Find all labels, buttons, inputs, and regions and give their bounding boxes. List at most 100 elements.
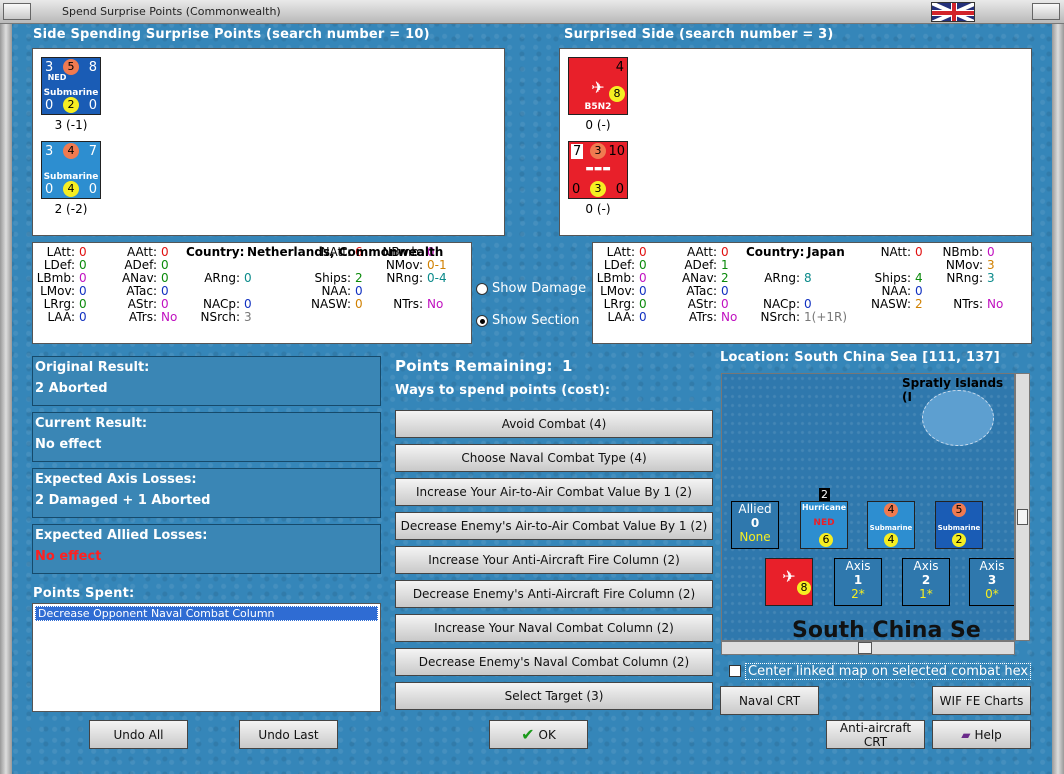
sea-label: South China Se [792,618,981,641]
country-value: Japan [807,245,845,259]
stat-label-arng: ARng: [204,271,240,285]
map-horizontal-scrollbar[interactable] [721,641,1015,655]
stat-value-ntrs: No [427,297,444,311]
way-button-5[interactable]: Increase Your Anti-Aircraft Fire Column … [395,546,713,574]
current-result-panel: Current Result: No effect [32,412,381,462]
island-shallows [922,390,994,446]
map-counter-b5n2[interactable]: ✈ 8 [765,558,813,606]
points-spent-list[interactable]: Decrease Opponent Naval Combat Column [32,603,381,712]
country-label: Country: [746,245,805,259]
stat-label-ntrs: NTrs: [953,297,983,311]
show-damage-radio[interactable] [476,283,488,295]
way-button-1[interactable]: Avoid Combat (4) [395,410,713,438]
center-linked-label[interactable]: Center linked map on selected combat hex [745,663,1032,680]
way-button-4[interactable]: Decrease Enemy's Air-to-Air Combat Value… [395,512,713,540]
stat-label-arng: ARng: [764,271,800,285]
allied-losses-panel: Expected Allied Losses: No effect [32,524,381,574]
axis-losses-panel: Expected Axis Losses: 2 Damaged + 1 Abort… [32,468,381,518]
unit-caption: 0 (-) [585,118,611,132]
stat-label-nrng: NRng: [386,271,423,285]
unit-counter-japanese-ship[interactable]: 7 3 10 ▬▬▬ 0 3 0 [568,141,628,199]
way-button-7[interactable]: Increase Your Naval Combat Column (2) [395,614,713,642]
map-counter-hurricane[interactable]: Hurricane NED 6 [800,501,848,549]
center-linked-checkbox[interactable] [729,665,741,677]
stat-label-nasw: NASW: [870,297,911,311]
window-title: Spend Surprise Points (Commonwealth) [62,5,281,18]
surprised-side-header: Surprised Side (search number = 3) [564,27,834,42]
country-value: Netherlands, Commonwealth [247,245,444,259]
book-icon: ▰ [961,727,971,742]
location-label: Location: South China Sea [111, 137] [720,350,1000,365]
stat-value-nrng: 0-4 [427,271,447,285]
stat-value-natt: 0 [915,245,923,259]
show-damage-label[interactable]: Show Damage [492,281,586,296]
axis-box-2[interactable]: Axis 2 1* [902,558,950,606]
stat-value-laa: 0 [639,310,647,324]
right-stats-panel: LAtt: 0 AAtt: 0 NAtt: 0 NBmb: 0 LDef: 0 ADef: 1 Ship… [592,242,1032,344]
stat-label-atrs: ATrs: [688,310,717,324]
left-stats-panel: LAtt: 0 AAtt: 0 NAtt: 6 NBmb: 0 LDef: 0 ADef: 0 Ship… [32,242,472,344]
way-button-6[interactable]: Decrease Enemy's Anti-Aircraft Fire Colu… [395,580,713,608]
system-menu-button[interactable] [3,3,31,20]
ship-icon: ▬▬▬ [585,164,611,174]
ways-label: Ways to spend points (cost): [395,383,611,398]
current-result-value: No effect [35,437,102,452]
help-button[interactable]: ▰ Help [932,720,1031,749]
map-vertical-scrollbar[interactable] [1015,373,1030,641]
stat-label-nsrch: NSrch: [200,310,240,324]
uk-flag-icon [931,2,975,22]
title-bar: Spend Surprise Points (Commonwealth) [0,0,1064,24]
stat-value-laa: 0 [79,310,87,324]
way-button-9[interactable]: Select Target (3) [395,682,713,710]
stat-label-nsrch: NSrch: [760,310,800,324]
stat-value-nrng: 3 [987,271,995,285]
stat-value-atrs: No [721,310,738,324]
surprised-units-box: 4 ✈ 8 B5N2 0 (-) 7 3 10 ▬▬▬ 0 3 0 0 (-) [559,48,1032,236]
way-button-3[interactable]: Increase Your Air-to-Air Combat Value By… [395,478,713,506]
checkmark-icon: ✔ [521,725,535,744]
show-section-radio[interactable] [476,315,488,327]
unit-counter-submarine-2[interactable]: 3 4 7 Submarine 0 4 0 [41,141,101,199]
unit-caption: 2 (-2) [54,202,88,216]
allied-box[interactable]: Allied 0 None [731,501,779,549]
show-section-label[interactable]: Show Section [492,313,580,328]
stat-label-nrng: NRng: [946,271,983,285]
map-counter-submarine-2[interactable]: 5 Submarine 2 [935,501,983,549]
way-button-2[interactable]: Choose Naval Combat Type (4) [395,444,713,472]
axis-box-1[interactable]: Axis 1 2* [834,558,882,606]
stat-value-nsrch: 3 [244,310,252,324]
dialog-window: Spend Surprise Points (Commonwealth) Sid… [0,0,1064,774]
country-label: Country: [186,245,245,259]
stat-value-arng: 8 [804,271,812,285]
undo-last-button[interactable]: Undo Last [239,720,338,749]
anti-aircraft-crt-button[interactable]: Anti-aircraft CRT [826,720,925,749]
allied-losses-value: No effect [35,549,102,564]
undo-all-button[interactable]: Undo All [89,720,188,749]
close-button[interactable] [1032,3,1060,20]
unit-counter-submarine-1[interactable]: 3 5 8 NED Submarine 0 2 0 [41,57,101,115]
stat-value-nasw: 0 [355,297,363,311]
map-counter-submarine-1[interactable]: 4 Submarine 4 [867,501,915,549]
original-result-panel: Original Result: 2 Aborted [32,356,381,406]
unit-caption: 3 (-1) [54,118,88,132]
stat-value-nsrch: 1(+1R) [804,310,848,324]
linked-map[interactable]: Spratly Islands (I Allied 0 None Hurricane… [721,373,1015,641]
stat-label-ntrs: NTrs: [393,297,423,311]
naval-crt-button[interactable]: Naval CRT [720,686,819,715]
ok-button[interactable]: ✔ OK [489,720,588,749]
stat-value-ntrs: No [987,297,1004,311]
unit-counter-b5n2[interactable]: 4 ✈ 8 B5N2 [568,57,628,115]
axis-box-3[interactable]: Axis 3 0* [969,558,1014,606]
spending-side-header: Side Spending Surprise Points (search nu… [33,27,430,42]
stat-label-nasw: NASW: [310,297,351,311]
stat-value-atrs: No [161,310,178,324]
stat-label-natt: NAtt: [880,245,911,259]
way-button-8[interactable]: Decrease Enemy's Naval Combat Column (2) [395,648,713,676]
wif-fe-charts-button[interactable]: WIF FE Charts [932,686,1031,715]
stat-label-laa: LAA: [47,310,75,324]
stat-value-nasw: 2 [915,297,923,311]
unit-caption: 0 (-) [585,202,611,216]
points-spent-title: Points Spent: [33,586,135,601]
list-item[interactable]: Decrease Opponent Naval Combat Column [35,606,378,621]
axis-losses-value: 2 Damaged + 1 Aborted [35,493,211,508]
